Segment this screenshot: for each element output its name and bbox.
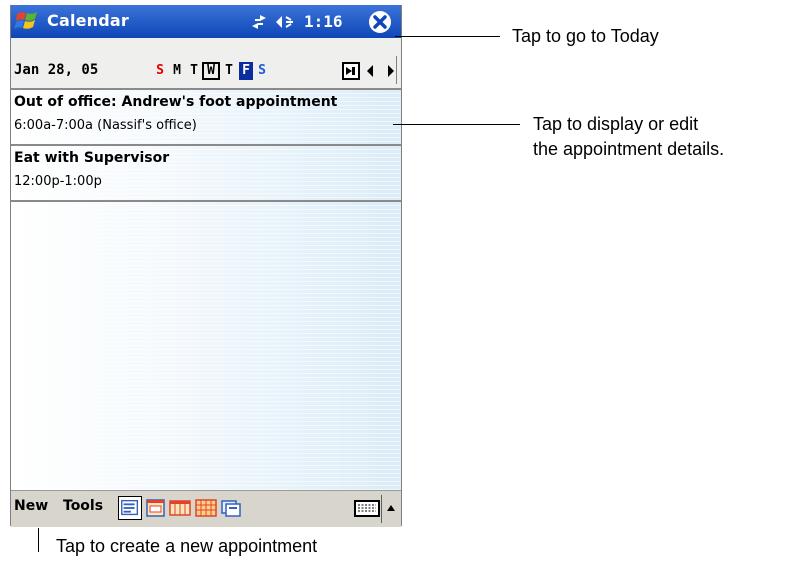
appointment-title: Eat with Supervisor bbox=[14, 150, 170, 166]
day-thursday[interactable]: T bbox=[222, 62, 236, 80]
appointment-time: 12:00p-1:00p bbox=[14, 174, 102, 189]
day-friday[interactable]: F bbox=[239, 62, 253, 80]
day-view-icon[interactable] bbox=[144, 496, 168, 520]
title-bar: Calendar 1:16 bbox=[11, 5, 401, 38]
month-view-icon[interactable] bbox=[194, 496, 218, 520]
appointment-item[interactable]: Out of office: Andrew's foot appointment… bbox=[11, 90, 401, 146]
callout-details-line2: the appointment details. bbox=[533, 139, 725, 159]
windows-start-icon[interactable] bbox=[14, 9, 42, 34]
keyboard-icon[interactable] bbox=[354, 498, 380, 518]
year-view-icon[interactable] bbox=[219, 496, 243, 520]
week-view-icon[interactable] bbox=[168, 496, 192, 520]
current-date[interactable]: Jan 28, 05 bbox=[14, 62, 98, 78]
input-panel-arrow-icon[interactable] bbox=[386, 503, 396, 513]
tools-menu[interactable]: Tools bbox=[63, 498, 103, 514]
appointment-item[interactable]: Eat with Supervisor 12:00p-1:00p bbox=[11, 146, 401, 202]
callout-details-line1: Tap to display or edit bbox=[533, 114, 699, 134]
callout-new: Tap to create a new appointment bbox=[56, 536, 318, 556]
day-tuesday[interactable]: T bbox=[187, 62, 201, 80]
new-menu[interactable]: New bbox=[14, 498, 48, 514]
day-monday[interactable]: M bbox=[170, 62, 184, 80]
day-wednesday[interactable]: W bbox=[202, 62, 220, 80]
app-title: Calendar bbox=[47, 11, 130, 30]
clock[interactable]: 1:16 bbox=[304, 12, 343, 31]
menu-bar: New Tools bbox=[11, 490, 401, 527]
callout-line-details bbox=[393, 124, 520, 125]
appointment-title: Out of office: Andrew's foot appointment bbox=[14, 94, 338, 110]
speaker-icon[interactable] bbox=[274, 13, 296, 31]
connectivity-icon[interactable] bbox=[249, 13, 269, 31]
callout-today: Tap to go to Today bbox=[512, 26, 659, 46]
date-toolbar: Jan 28, 05 S M T W T F S bbox=[11, 38, 401, 88]
menubar-divider bbox=[381, 495, 382, 523]
callout-line-today bbox=[395, 36, 500, 37]
callout-line-new bbox=[38, 528, 39, 552]
next-week-icon[interactable] bbox=[386, 64, 396, 78]
agenda-view-icon[interactable] bbox=[118, 496, 142, 520]
day-saturday[interactable]: S bbox=[255, 62, 269, 80]
previous-week-icon[interactable] bbox=[365, 64, 375, 78]
close-button[interactable] bbox=[368, 10, 392, 34]
toolbar-divider bbox=[396, 56, 397, 84]
go-to-today-icon[interactable] bbox=[342, 62, 360, 80]
agenda-list: Out of office: Andrew's foot appointment… bbox=[11, 88, 401, 492]
pocket-pc-screen: Calendar 1:16 Jan 28, 05 S M T W T F S O… bbox=[10, 5, 402, 527]
day-sunday[interactable]: S bbox=[153, 62, 167, 80]
appointment-time: 6:00a-7:00a (Nassif's office) bbox=[14, 118, 197, 133]
